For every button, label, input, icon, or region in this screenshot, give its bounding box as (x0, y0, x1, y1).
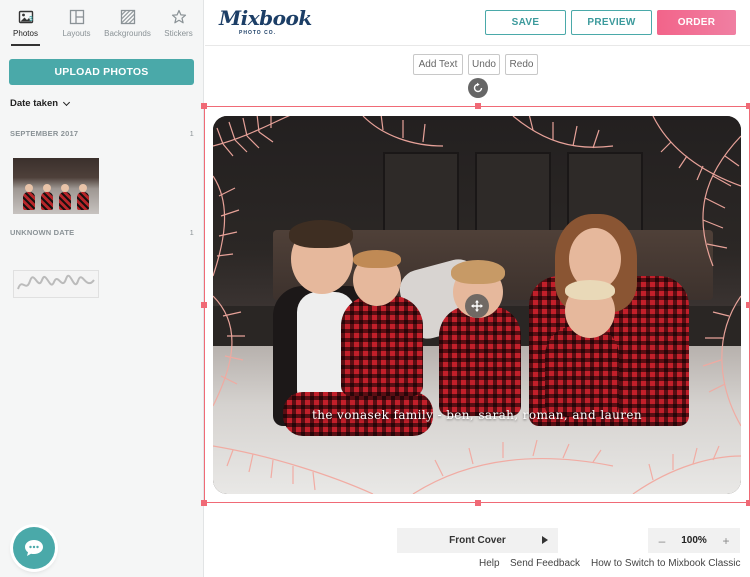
thumb-figure (41, 192, 53, 210)
layouts-icon (69, 9, 84, 25)
chat-button[interactable] (13, 527, 55, 569)
resize-handle-top[interactable] (475, 103, 481, 109)
thumb-figure (25, 184, 33, 192)
backgrounds-icon (120, 9, 135, 25)
save-button[interactable]: SAVE (485, 10, 566, 35)
rotate-handle[interactable] (468, 78, 488, 98)
move-icon (471, 300, 483, 312)
logo-subtitle: PHOTO CO. (239, 30, 276, 36)
tab-photos-label: Photos (13, 29, 38, 38)
resize-handle-br[interactable] (746, 500, 750, 506)
zoom-out-button[interactable]: – (656, 534, 668, 548)
tab-backgrounds[interactable]: Backgrounds (102, 0, 153, 46)
photo-group-header: UNKNOWN DATE 1 (10, 228, 194, 237)
tab-stickers-label: Stickers (164, 29, 193, 38)
send-feedback-link[interactable]: Send Feedback (510, 558, 580, 569)
sort-dropdown[interactable]: Date taken (10, 98, 71, 109)
top-header: Mixbook PHOTO CO. SAVE PREVIEW ORDER (205, 0, 750, 46)
page-label: Front Cover (449, 535, 506, 546)
tab-stickers[interactable]: Stickers (153, 0, 204, 46)
resize-handle-tl[interactable] (201, 103, 207, 109)
group-count: 1 (189, 129, 194, 138)
tab-photos[interactable]: 3 Photos (0, 0, 51, 46)
switch-classic-link[interactable]: How to Switch to Mixbook Classic (591, 558, 741, 569)
add-text-button[interactable]: Add Text (413, 54, 463, 75)
photo-thumbnail[interactable] (13, 270, 99, 298)
resize-handle-left[interactable] (201, 302, 207, 308)
mixbook-logo[interactable]: Mixbook (219, 6, 312, 30)
move-handle[interactable] (465, 294, 489, 318)
thumb-figure (77, 192, 89, 210)
stickers-icon (171, 9, 186, 24)
photo-group-header: SEPTEMBER 2017 1 (10, 129, 194, 138)
photo-thumbnail[interactable] (13, 158, 99, 214)
tab-layouts[interactable]: Layouts (51, 0, 102, 46)
thumb-figure (59, 192, 71, 210)
thumb-figure (61, 184, 69, 192)
zoom-level: 100% (681, 535, 707, 546)
group-count: 1 (189, 228, 194, 237)
tab-layouts-label: Layouts (62, 29, 91, 38)
zoom-in-button[interactable]: + (720, 534, 732, 548)
preview-button[interactable]: PREVIEW (571, 10, 652, 35)
sidebar-tabs: 3 Photos Layouts Backgrounds Stickers (0, 0, 204, 46)
order-button[interactable]: ORDER (657, 10, 736, 35)
thumb-figure (43, 184, 51, 192)
photo-count-badge: 3 (29, 16, 33, 23)
page-navigator[interactable]: Front Cover (397, 528, 558, 553)
resize-handle-bl[interactable] (201, 500, 207, 506)
sort-label: Date taken (10, 98, 59, 109)
play-arrow-icon[interactable] (542, 536, 548, 544)
group-title: SEPTEMBER 2017 (10, 129, 79, 138)
resize-handle-right[interactable] (746, 302, 750, 308)
resize-handle-tr[interactable] (746, 103, 750, 109)
redo-button[interactable]: Redo (505, 54, 538, 75)
upload-photos-button[interactable]: UPLOAD PHOTOS (9, 59, 194, 85)
chevron-down-icon (63, 98, 71, 106)
script-overlay-thumbnail-image (17, 274, 95, 290)
rotate-icon (473, 82, 483, 93)
help-link[interactable]: Help (479, 558, 500, 569)
cover-caption[interactable]: the vonasek family - ben, sarah, roman, … (213, 408, 741, 422)
chat-icon (25, 540, 43, 556)
tab-backgrounds-label: Backgrounds (104, 29, 151, 38)
sidebar: 3 Photos Layouts Backgrounds Stickers UP… (0, 0, 204, 577)
thumb-figure (79, 184, 87, 192)
group-title: UNKNOWN DATE (10, 228, 75, 237)
resize-handle-bottom[interactable] (475, 500, 481, 506)
zoom-control: – 100% + (648, 528, 740, 553)
undo-button[interactable]: Undo (468, 54, 500, 75)
thumb-figure (23, 192, 35, 210)
